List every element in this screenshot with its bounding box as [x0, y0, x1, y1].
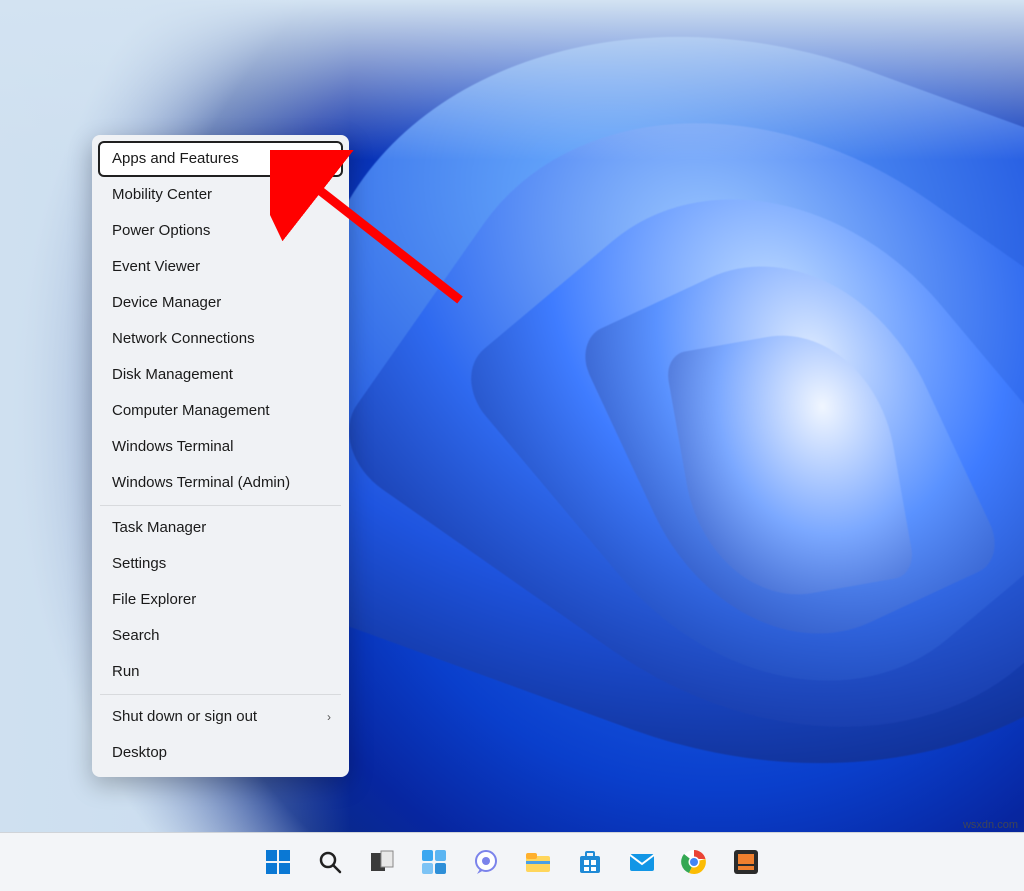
menu-item-windows-terminal[interactable]: Windows Terminal: [98, 429, 343, 465]
menu-item-label: Computer Management: [112, 402, 270, 420]
menu-item-apps-and-features[interactable]: Apps and Features: [98, 141, 343, 177]
menu-item-file-explorer[interactable]: File Explorer: [98, 582, 343, 618]
menu-item-power-options[interactable]: Power Options: [98, 213, 343, 249]
menu-item-device-manager[interactable]: Device Manager: [98, 285, 343, 321]
chat-icon[interactable]: [465, 841, 507, 883]
menu-item-label: Apps and Features: [112, 150, 239, 168]
menu-item-computer-management[interactable]: Computer Management: [98, 393, 343, 429]
menu-item-label: Run: [112, 663, 140, 681]
file-explorer-icon[interactable]: [517, 841, 559, 883]
app-icon[interactable]: [725, 841, 767, 883]
search-icon[interactable]: [309, 841, 351, 883]
menu-separator: [100, 505, 341, 506]
menu-item-windows-terminal-admin[interactable]: Windows Terminal (Admin): [98, 465, 343, 501]
menu-item-label: Windows Terminal: [112, 438, 233, 456]
menu-item-task-manager[interactable]: Task Manager: [98, 510, 343, 546]
menu-item-desktop[interactable]: Desktop: [98, 735, 343, 771]
menu-item-label: File Explorer: [112, 591, 196, 609]
menu-item-event-viewer[interactable]: Event Viewer: [98, 249, 343, 285]
menu-item-run[interactable]: Run: [98, 654, 343, 690]
menu-item-label: Mobility Center: [112, 186, 212, 204]
chrome-icon[interactable]: [673, 841, 715, 883]
microsoft-store-icon[interactable]: [569, 841, 611, 883]
menu-item-label: Power Options: [112, 222, 210, 240]
menu-item-shut-down-or-sign-out[interactable]: Shut down or sign out ›: [98, 699, 343, 735]
menu-item-network-connections[interactable]: Network Connections: [98, 321, 343, 357]
widgets-icon[interactable]: [413, 841, 455, 883]
start-icon[interactable]: [257, 841, 299, 883]
menu-separator: [100, 694, 341, 695]
menu-item-label: Disk Management: [112, 366, 233, 384]
menu-item-settings[interactable]: Settings: [98, 546, 343, 582]
menu-item-label: Desktop: [112, 744, 167, 762]
taskbar: [0, 832, 1024, 891]
menu-item-label: Task Manager: [112, 519, 206, 537]
task-view-icon[interactable]: [361, 841, 403, 883]
winx-context-menu: Apps and Features Mobility Center Power Op…: [92, 135, 349, 777]
menu-item-search[interactable]: Search: [98, 618, 343, 654]
menu-item-label: Windows Terminal (Admin): [112, 474, 290, 492]
menu-item-label: Network Connections: [112, 330, 255, 348]
menu-item-label: Shut down or sign out: [112, 708, 257, 726]
watermark-text: wsxdn.com: [963, 819, 1018, 831]
menu-item-label: Device Manager: [112, 294, 221, 312]
menu-item-disk-management[interactable]: Disk Management: [98, 357, 343, 393]
menu-item-label: Event Viewer: [112, 258, 200, 276]
menu-item-mobility-center[interactable]: Mobility Center: [98, 177, 343, 213]
chevron-right-icon: ›: [327, 710, 331, 724]
mail-icon[interactable]: [621, 841, 663, 883]
menu-item-label: Settings: [112, 555, 166, 573]
menu-item-label: Search: [112, 627, 160, 645]
